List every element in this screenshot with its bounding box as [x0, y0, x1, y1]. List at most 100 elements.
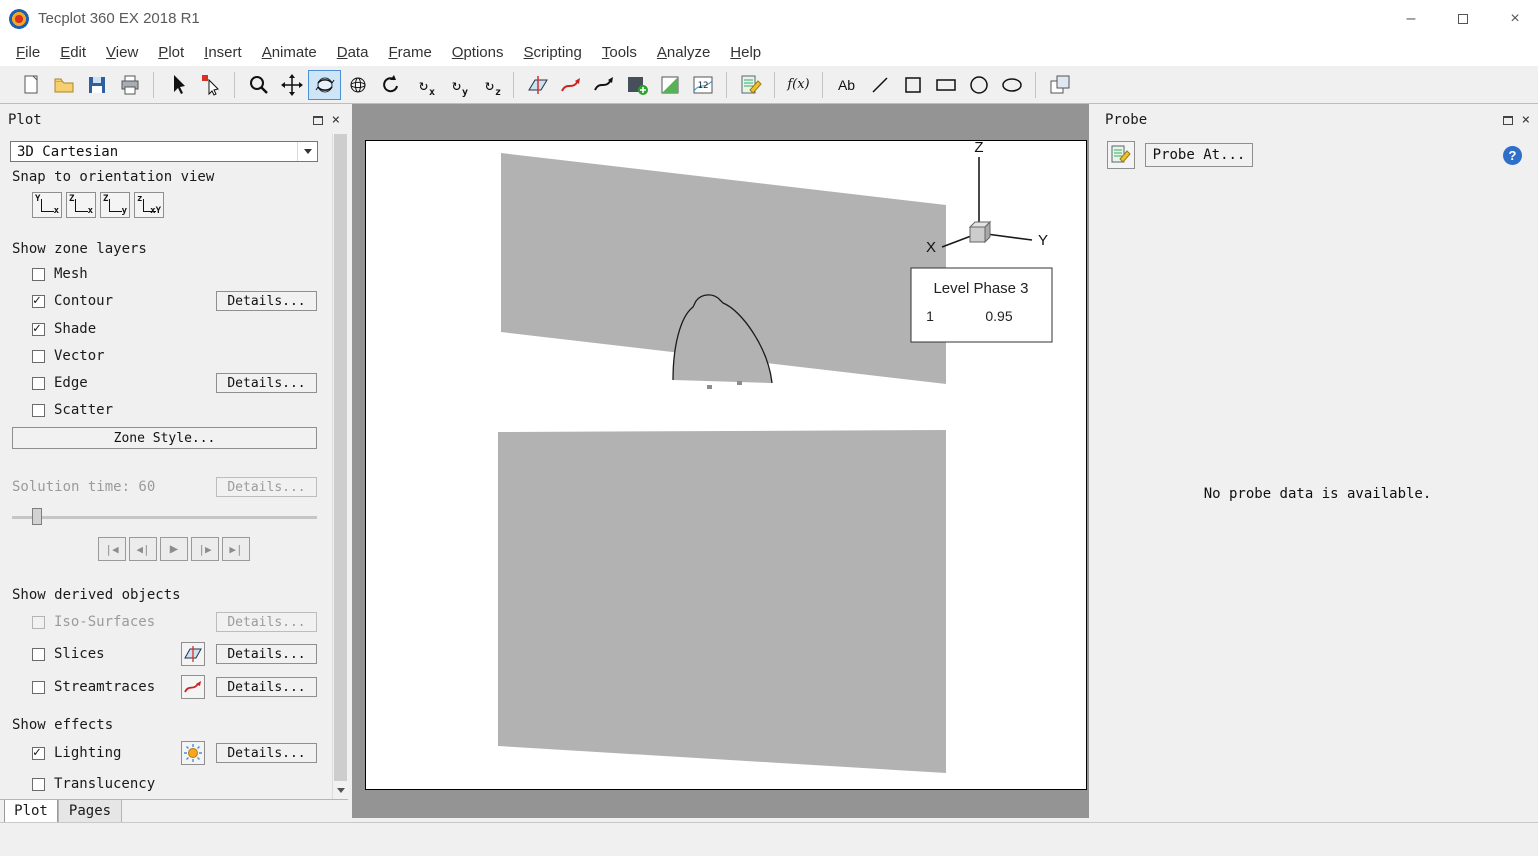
probe-at-button[interactable]: Probe At... — [1145, 143, 1253, 167]
menu-animate[interactable]: Animate — [252, 40, 327, 65]
contour-legend[interactable]: Level Phase 3 1 0.95 — [910, 267, 1053, 343]
contour-level-button[interactable] — [653, 70, 686, 100]
snap-up-label: Y — [35, 194, 41, 204]
menu-plot[interactable]: Plot — [148, 40, 194, 65]
edge-details-button[interactable]: Details... — [216, 373, 317, 393]
snap-view-yz-button[interactable]: Z y — [100, 192, 130, 218]
play-button[interactable]: ▶ — [160, 537, 188, 561]
open-file-button[interactable] — [47, 70, 80, 100]
menu-edit[interactable]: Edit — [50, 40, 96, 65]
translate-tool-button[interactable] — [275, 70, 308, 100]
jump-end-icon: ▶| — [229, 542, 243, 556]
float-panel-icon[interactable] — [1502, 115, 1513, 125]
slice-placement-button[interactable] — [181, 642, 205, 666]
vector-checkbox[interactable] — [32, 350, 45, 363]
scroll-down-button[interactable] — [333, 782, 348, 799]
ellipse-tool-button[interactable] — [995, 70, 1028, 100]
menu-analyze[interactable]: Analyze — [647, 40, 720, 65]
slices-checkbox[interactable] — [32, 648, 45, 661]
menu-insert[interactable]: Insert — [194, 40, 252, 65]
minimize-button[interactable]: – — [1388, 0, 1434, 38]
contour-checkbox[interactable] — [32, 293, 45, 308]
snap-view-xy-button[interactable]: Y x — [32, 192, 62, 218]
probe-tool-button[interactable] — [1107, 141, 1135, 169]
add-frame-button[interactable] — [1043, 70, 1076, 100]
streamtraces-details-button[interactable]: Details... — [216, 677, 317, 697]
slider-track[interactable] — [12, 516, 317, 519]
lighting-details-button[interactable]: Details... — [216, 743, 317, 763]
rotate-z-button[interactable]: ↻ z — [473, 70, 506, 100]
tab-pages[interactable]: Pages — [58, 800, 122, 823]
toolbar-separator — [153, 71, 154, 98]
close-panel-icon[interactable]: × — [1522, 113, 1530, 127]
add-slice-button[interactable] — [521, 70, 554, 100]
menu-data[interactable]: Data — [327, 40, 379, 65]
slices-details-button[interactable]: Details... — [216, 644, 317, 664]
menu-help[interactable]: Help — [720, 40, 771, 65]
streamtrace-placement-button[interactable] — [181, 675, 205, 699]
new-file-button[interactable] — [14, 70, 47, 100]
adjust-tool-button[interactable] — [194, 70, 227, 100]
close-button[interactable]: × — [1492, 0, 1538, 38]
mesh-checkbox[interactable] — [32, 268, 45, 281]
line-tool-button[interactable] — [863, 70, 896, 100]
snap-up-label: Z — [69, 194, 75, 204]
save-button[interactable] — [80, 70, 113, 100]
menu-file[interactable]: File — [6, 40, 50, 65]
tab-plot[interactable]: Plot — [4, 800, 58, 823]
print-button[interactable] — [113, 70, 146, 100]
select-tool-button[interactable] — [161, 70, 194, 100]
menu-view[interactable]: View — [96, 40, 148, 65]
lighting-checkbox[interactable] — [32, 745, 45, 760]
menu-options[interactable]: Options — [442, 40, 514, 65]
rectangle-tool-button[interactable] — [929, 70, 962, 100]
slider-handle[interactable] — [32, 508, 42, 525]
scatter-checkbox[interactable] — [32, 404, 45, 417]
menu-tools[interactable]: Tools — [592, 40, 647, 65]
zoom-tool-button[interactable] — [242, 70, 275, 100]
shade-checkbox[interactable] — [32, 321, 45, 336]
rotate-x-button[interactable]: ↻ x — [407, 70, 440, 100]
jump-to-start-button[interactable]: |◀ — [98, 537, 126, 561]
plot-type-dropdown[interactable]: 3D Cartesian — [10, 141, 318, 162]
edge-checkbox[interactable] — [32, 377, 45, 390]
help-icon[interactable]: ? — [1503, 146, 1522, 165]
circle-tool-button[interactable] — [962, 70, 995, 100]
add-contour-level-button[interactable] — [620, 70, 653, 100]
plot-frame[interactable]: Z X Y Level Phase 3 1 0.95 — [365, 139, 1088, 791]
scroll-down-icon — [336, 788, 345, 793]
close-panel-icon[interactable]: × — [332, 113, 340, 127]
rotate-rollerball-button[interactable] — [308, 69, 341, 100]
add-streamtrace-button[interactable] — [554, 70, 587, 100]
zone-style-button[interactable]: Zone Style... — [12, 427, 317, 449]
step-back-button[interactable]: ◀| — [129, 537, 157, 561]
rotate-spherical-button[interactable] — [341, 70, 374, 100]
square-tool-button[interactable] — [896, 70, 929, 100]
solution-time-slider[interactable] — [12, 508, 317, 526]
step-forward-button[interactable]: |▶ — [191, 537, 219, 561]
jump-to-end-button[interactable]: ▶| — [222, 537, 250, 561]
rotate-twist-button[interactable] — [374, 70, 407, 100]
probe-edit-button[interactable] — [734, 70, 767, 100]
scrollbar-thumb[interactable] — [334, 134, 347, 781]
function-editor-button[interactable]: f(x) — [782, 70, 815, 100]
probe-panel-title: Probe — [1105, 112, 1148, 128]
plot-view[interactable]: Z X Y Level Phase 3 1 0.95 — [366, 139, 1088, 791]
rotate-rollerball-icon — [315, 77, 334, 92]
snap-view-xz-button[interactable]: Z x — [66, 192, 96, 218]
rotate-y-button[interactable]: ↻ y — [440, 70, 473, 100]
menu-scripting[interactable]: Scripting — [514, 40, 592, 65]
light-source-button[interactable] — [181, 741, 205, 765]
snap-view-iso-button[interactable]: z xY — [134, 192, 164, 218]
sidebar-scrollbar[interactable] — [332, 134, 348, 799]
contour-label-button[interactable]: 12 — [686, 70, 719, 100]
float-panel-icon[interactable] — [312, 115, 323, 125]
maximize-button[interactable] — [1440, 0, 1486, 38]
add-isosurface-button[interactable] — [587, 70, 620, 100]
contour-details-button[interactable]: Details... — [216, 291, 317, 311]
streamtraces-checkbox[interactable] — [32, 681, 45, 694]
rotate-y-icon: ↻ y — [451, 75, 469, 98]
text-tool-button[interactable]: Ab — [830, 70, 863, 100]
translucency-checkbox[interactable] — [32, 778, 45, 791]
menu-frame[interactable]: Frame — [378, 40, 441, 65]
